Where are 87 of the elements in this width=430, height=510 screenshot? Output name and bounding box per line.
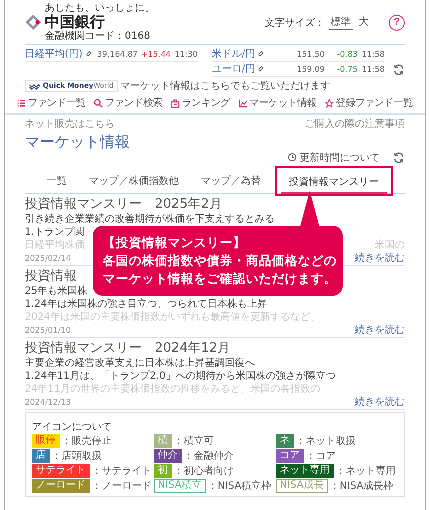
bank-logo-icon — [25, 14, 42, 31]
bank-code: 金融機関コード：0168 — [45, 31, 152, 42]
icon-badge: コア — [276, 449, 304, 463]
link-icon — [86, 51, 92, 57]
legend-text: ：ネット取扱 — [296, 435, 356, 448]
update-time-link[interactable]: 更新時間について — [300, 150, 380, 164]
market-link[interactable]: 日経平均(円) — [25, 47, 83, 61]
bank-name: 中国銀行 — [45, 14, 106, 31]
icon-badge: 初 — [154, 464, 172, 478]
icon-badge: ネ — [276, 434, 294, 448]
market-change: -0.75 — [336, 64, 358, 74]
tagline: あしたも、いっしょに。 — [45, 3, 155, 14]
line-chart-icon — [238, 98, 248, 108]
legend-text: ：ネット専用 — [336, 464, 396, 478]
legend-title: アイコンについて — [32, 422, 112, 433]
market-change: -0.83 — [336, 50, 358, 58]
legend-text: ：積立可 — [174, 434, 214, 448]
read-more-link[interactable]: 続きを読む — [355, 251, 405, 265]
market-time: 11:58 — [361, 50, 385, 58]
refresh-icon[interactable] — [393, 64, 405, 76]
legend-text: ：金融仲介 — [184, 450, 234, 463]
icon-badge: NISA成長 — [276, 479, 328, 493]
tab[interactable]: マップ／株価指数他 — [81, 172, 187, 193]
font-size-label: 文字サイズ： — [265, 16, 325, 30]
link-icon — [258, 66, 264, 72]
tab[interactable]: 投資情報マンスリー — [281, 173, 387, 194]
legend-text: ：サテライト — [92, 465, 152, 478]
icon-badge: ネット専用 — [276, 464, 334, 478]
article-title[interactable]: 投資情報マンスリー 2024年12月 — [25, 340, 231, 357]
read-more-link[interactable]: 続きを読む — [355, 395, 405, 409]
legend-text: ：ノーロード — [92, 480, 152, 493]
article-title[interactable]: 投資情報マンスリー 2025年2月 — [25, 196, 222, 213]
nav-link[interactable]: マーケット情報 — [238, 96, 317, 110]
legend-text: ：店頭取扱 — [52, 450, 102, 463]
article-lead: 引き続き企業業績の改善期待が株価を下支えするとみる — [25, 213, 275, 226]
read-more-link[interactable]: 続きを読む — [355, 323, 405, 337]
nav-link[interactable]: 登録ファンド一覧 — [325, 96, 413, 110]
article-point: 1.トランプ関 — [25, 226, 85, 239]
article-point: 1.24年は米国株の強さ目立つ、つられて日本株も上昇 — [25, 298, 268, 311]
legend-text: ：NISA成長枠 — [330, 480, 394, 493]
help-button[interactable]: ? — [389, 14, 405, 30]
icon-badge: 積 — [154, 434, 172, 448]
nav-link[interactable]: ファンド一覧 — [17, 96, 86, 110]
tab[interactable]: 一覧 — [39, 172, 75, 193]
bag-icon — [171, 98, 180, 108]
notes-link[interactable]: ご購入の際の注意事項 — [305, 117, 405, 131]
icon-badge: NISA積立 — [154, 479, 206, 493]
market-time: 11:58 — [361, 64, 385, 74]
market-change: +15.44 — [141, 50, 171, 58]
refresh-icon[interactable] — [393, 152, 405, 164]
page-title: マーケット情報 — [25, 133, 131, 151]
legend-text: ：初心者向け — [174, 464, 234, 478]
article-date: 2025/01/10 — [25, 326, 72, 334]
font-size-option[interactable]: 大 — [357, 15, 371, 30]
icon-badge: ノーロード — [32, 479, 90, 493]
clock-icon — [288, 153, 297, 162]
market-value: 39,164.87 — [97, 50, 138, 58]
article-date: 2024/12/13 — [25, 398, 72, 406]
article-lead: 主要企業の経営改革支えに日本株は上昇基調回復へ — [25, 357, 255, 370]
quick-text: マーケット情報はこちらでもご覧いただけます — [120, 80, 331, 93]
legend-text: ：NISA積立枠 — [208, 480, 272, 493]
list-icon — [17, 98, 26, 108]
net-sales-link[interactable]: ネット販売はこちら — [25, 117, 115, 131]
icon-badge: 店 — [32, 449, 50, 463]
market-link[interactable]: 米ドル/円 — [212, 47, 256, 61]
icon-badge: 販停 — [32, 434, 60, 448]
legend-text: ：販売停止 — [62, 434, 112, 448]
article-date: 2025/02/14 — [25, 254, 72, 262]
market-value: 151.50 — [297, 50, 325, 58]
article-title[interactable]: 投資情報 — [25, 268, 77, 285]
article-lead: 25年も米国株 — [25, 285, 88, 298]
market-time: 11:30 — [174, 50, 198, 58]
tab[interactable]: マップ／為替 — [193, 172, 269, 193]
star-icon — [325, 98, 334, 108]
icon-badge: サテライト — [32, 464, 90, 478]
market-link[interactable]: ユーロ/円 — [212, 62, 256, 76]
link-icon — [258, 51, 264, 57]
search-icon — [94, 98, 104, 108]
font-size-option[interactable]: 標準 — [329, 15, 353, 30]
market-value: 159.09 — [297, 64, 325, 74]
callout: 【投資情報マンスリー】 各国の株価指数や債券・商品価格などの マーケット情報をご確認いただけます。 — [93, 226, 343, 296]
nav-link[interactable]: ファンド検索 — [94, 96, 163, 110]
icon-badge: 仲介 — [154, 449, 182, 463]
legend-text: ：コア — [306, 450, 336, 463]
nav-link[interactable]: ランキング — [171, 96, 230, 110]
article-point: 1.24年11月は、「トランプ2.0」への期待から米国株の強さが際立つ — [25, 370, 336, 383]
wave-icon — [29, 82, 41, 90]
